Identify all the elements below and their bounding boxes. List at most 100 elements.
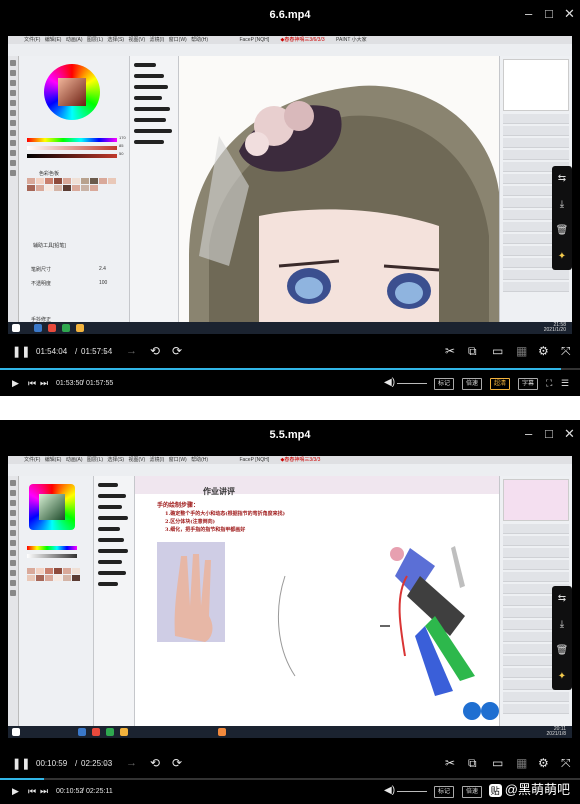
time-separator: / bbox=[82, 380, 84, 387]
skip-forward-icon[interactable]: ⏭ bbox=[40, 786, 48, 797]
close-button[interactable]: ✕ bbox=[564, 426, 575, 442]
drawing-canvas[interactable] bbox=[179, 56, 500, 322]
app-icon bbox=[76, 324, 84, 332]
color-value-s: 85 bbox=[119, 143, 124, 148]
prev-icon[interactable]: ← bbox=[102, 345, 113, 357]
mark-button[interactable]: 标记 bbox=[434, 786, 455, 798]
video-title: 6.6.mp4 bbox=[269, 9, 311, 21]
windows-taskbar: 20:11 2021/1/8 bbox=[8, 726, 572, 738]
delete-icon[interactable]: 🗑 bbox=[552, 218, 572, 244]
share-icon[interactable]: ⇆ bbox=[552, 166, 572, 192]
app-tab: FaceP [NQH] bbox=[239, 37, 270, 43]
next-icon[interactable]: → bbox=[126, 345, 137, 357]
volume-icon[interactable]: ◀) bbox=[384, 377, 395, 388]
capture-icon[interactable]: ⧉ bbox=[468, 756, 477, 771]
app-icon bbox=[48, 324, 56, 332]
menu-icon[interactable]: ☰ bbox=[561, 378, 569, 389]
scissors-icon[interactable]: ✂ bbox=[445, 344, 455, 358]
rewind-icon[interactable]: ⟲ bbox=[150, 756, 160, 770]
next-icon[interactable]: → bbox=[126, 757, 137, 769]
scissors-icon[interactable]: ✂ bbox=[445, 756, 455, 770]
fullscreen-icon[interactable]: ⤧ bbox=[561, 344, 571, 359]
lesson-heading: 手的绘制步骤： bbox=[157, 502, 200, 509]
comment-icon[interactable]: ▭ bbox=[492, 344, 503, 358]
video-player-2: 5.5.mp4 – □ ✕ 文件(F) 编辑(E) 动画(A) 图层(L) 选择… bbox=[0, 420, 580, 804]
menu-view: 视图(V) bbox=[128, 457, 146, 463]
play-icon[interactable]: ▶ bbox=[12, 378, 19, 389]
close-button[interactable]: ✕ bbox=[564, 6, 575, 22]
time-separator: / bbox=[75, 759, 78, 768]
menu-filter: 滤镜(I) bbox=[149, 457, 165, 463]
share-icon[interactable]: ⇆ bbox=[552, 586, 572, 612]
menu-layer: 图层(L) bbox=[86, 37, 104, 43]
system-clock: 20:11 2021/1/8 bbox=[547, 727, 566, 737]
bottom-current-time: 01:53:50 bbox=[56, 380, 84, 387]
pause-icon[interactable]: ❚❚ bbox=[12, 757, 30, 770]
rewind-icon[interactable]: ⟲ bbox=[150, 344, 160, 358]
app-icon bbox=[34, 324, 42, 332]
progress-track[interactable] bbox=[0, 368, 580, 370]
maximize-button[interactable]: □ bbox=[545, 426, 553, 441]
skip-forward-icon[interactable]: ⏭ bbox=[40, 378, 48, 389]
skip-back-icon[interactable]: ⏮ bbox=[28, 786, 36, 797]
forward-icon[interactable]: ⟳ bbox=[172, 344, 182, 358]
menu-file: 文件(F) bbox=[24, 457, 41, 463]
menu-filter: 滤镜(I) bbox=[149, 37, 165, 43]
skip-back-icon[interactable]: ⏮ bbox=[28, 378, 36, 389]
system-clock: 21:58 2021/1/20 bbox=[544, 323, 566, 333]
maximize-button[interactable]: □ bbox=[545, 6, 553, 21]
player-titlebar: 5.5.mp4 – □ ✕ bbox=[0, 420, 580, 450]
menu-window: 窗口(W) bbox=[168, 457, 187, 463]
lesson-step-3: 3.细化，把手指的指节和指甲都画好 bbox=[165, 527, 246, 533]
speed-button[interactable]: 倍速 bbox=[462, 378, 483, 390]
video-frame[interactable]: 文件(F) 编辑(E) 动画(A) 图层(L) 选择(S) 视图(V) 滤镜(I… bbox=[8, 36, 572, 334]
player-side-toolbar: ⇆ ⤓ 🗑 ✦ bbox=[552, 586, 572, 690]
color-panel: 170 85 50 色彩色板 辅助工具[铅笔] 笔刷尺寸 2.4 不透明度 10… bbox=[19, 56, 130, 323]
volume-slider[interactable] bbox=[397, 791, 427, 792]
download-icon[interactable]: ⤓ bbox=[552, 612, 572, 638]
menu-layer: 图层(L) bbox=[86, 457, 104, 463]
drawing-canvas[interactable]: 作业讲评 手的绘制步骤： 1.确定整个手的大小和动态(根据指节的弯折角度来找) … bbox=[135, 476, 500, 726]
expand-icon[interactable]: ⛶ bbox=[546, 378, 552, 389]
comment-icon[interactable]: ▭ bbox=[492, 756, 503, 770]
speed-button[interactable]: 倍速 bbox=[462, 786, 483, 798]
pause-icon[interactable]: ❚❚ bbox=[12, 345, 30, 358]
menu-window: 窗口(W) bbox=[168, 37, 187, 43]
player-titlebar: 6.6.mp4 – □ ✕ bbox=[0, 0, 580, 30]
hue-slider bbox=[27, 546, 77, 550]
mark-button[interactable]: 标记 bbox=[434, 378, 455, 390]
settings-icon[interactable]: ⚙ bbox=[538, 756, 549, 770]
brush-list bbox=[94, 476, 135, 726]
minimize-button[interactable]: – bbox=[525, 6, 532, 21]
opacity-label: 不透明度 bbox=[31, 281, 52, 287]
quality-button[interactable]: 超清 bbox=[490, 378, 511, 390]
clock-date: 2021/1/20 bbox=[543, 327, 566, 333]
color-value-v: 50 bbox=[119, 151, 124, 156]
prev-icon[interactable]: ← bbox=[102, 757, 113, 769]
minimize-button[interactable]: – bbox=[525, 426, 532, 441]
pin-icon[interactable]: ✦ bbox=[552, 664, 572, 690]
brush-list bbox=[130, 56, 179, 322]
video-frame[interactable]: 文件(F) 编辑(E) 动画(A) 图层(L) 选择(S) 视图(V) 滤镜(I… bbox=[8, 456, 572, 738]
volume-slider[interactable] bbox=[397, 383, 427, 384]
pin-icon[interactable]: ✦ bbox=[552, 244, 572, 270]
play-icon[interactable]: ▶ bbox=[12, 786, 19, 797]
app-icon bbox=[106, 728, 114, 736]
menu-view: 视图(V) bbox=[128, 37, 146, 43]
danmaku-icon[interactable]: ▦ bbox=[516, 756, 527, 770]
delete-icon[interactable]: 🗑 bbox=[552, 638, 572, 664]
settings-icon[interactable]: ⚙ bbox=[538, 344, 549, 358]
value-slider bbox=[27, 554, 77, 558]
subtitle-button[interactable]: 字幕 bbox=[518, 378, 539, 390]
color-panel bbox=[19, 476, 94, 726]
capture-icon[interactable]: ⧉ bbox=[468, 344, 477, 359]
download-icon[interactable]: ⤓ bbox=[552, 192, 572, 218]
volume-icon[interactable]: ◀) bbox=[384, 785, 395, 796]
watermark-badge: 贴 bbox=[488, 784, 502, 797]
fullscreen-icon[interactable]: ⤧ bbox=[561, 756, 571, 771]
tool-palette bbox=[8, 476, 19, 726]
brush-size-label: 笔刷尺寸 bbox=[31, 267, 52, 273]
start-icon bbox=[12, 728, 20, 736]
forward-icon[interactable]: ⟳ bbox=[172, 756, 182, 770]
danmaku-icon[interactable]: ▦ bbox=[516, 344, 527, 358]
